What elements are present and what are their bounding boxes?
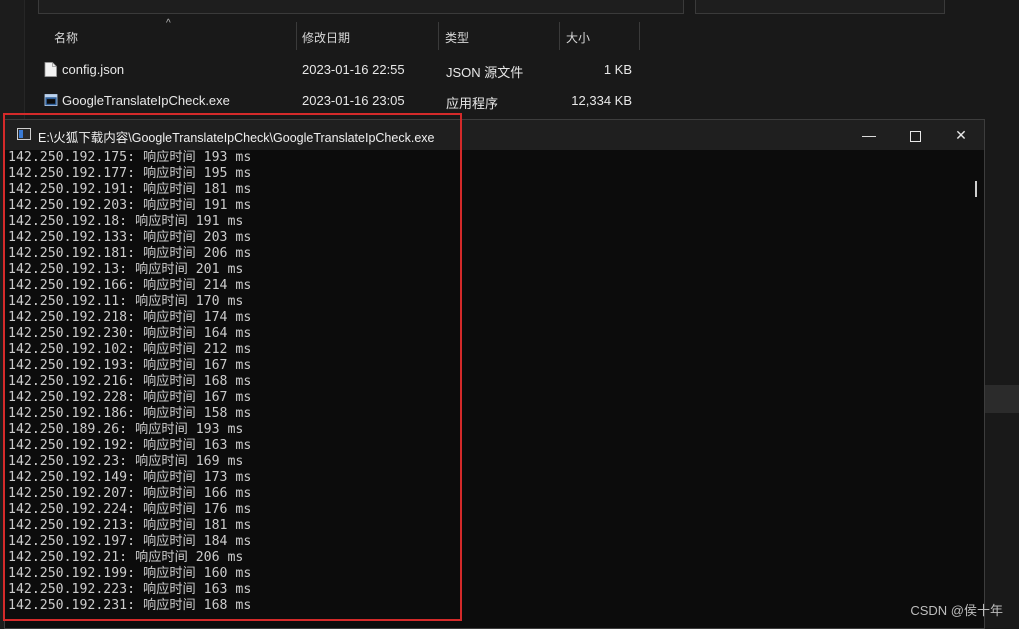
console-title: E:\火狐下载内容\GoogleTranslateIpCheck\GoogleT…	[38, 131, 435, 145]
console-line: 142.250.192.197: 响应时间 184 ms	[8, 534, 252, 549]
console-line: 142.250.189.26: 响应时间 193 ms	[8, 422, 244, 437]
file-row-config[interactable]: config.json 2023-01-16 22:55 JSON 源文件 1 …	[40, 57, 640, 83]
column-header-date[interactable]: 修改日期	[297, 22, 438, 50]
console-line: 142.250.192.11: 响应时间 170 ms	[8, 294, 244, 309]
console-line: 142.250.192.23: 响应时间 169 ms	[8, 454, 244, 469]
file-size: 12,334 KB	[571, 93, 632, 108]
watermark: CSDN @侯十年	[910, 603, 1003, 618]
exe-file-icon	[44, 94, 58, 106]
search-box[interactable]	[695, 0, 945, 14]
close-button[interactable]: ✕	[938, 120, 984, 150]
address-bar[interactable]	[38, 0, 684, 14]
minimize-button[interactable]: —	[846, 120, 892, 150]
json-file-icon	[44, 62, 57, 77]
maximize-button[interactable]	[892, 120, 938, 150]
file-date: 2023-01-16 22:55	[302, 62, 405, 77]
file-name: config.json	[62, 62, 125, 77]
file-size: 1 KB	[603, 62, 632, 77]
console-line: 142.250.192.216: 响应时间 168 ms	[8, 374, 252, 389]
console-line: 142.250.192.192: 响应时间 163 ms	[8, 438, 252, 453]
column-header-name-label: 名称	[54, 31, 79, 45]
console-titlebar[interactable]: E:\火狐下载内容\GoogleTranslateIpCheck\GoogleT…	[5, 120, 984, 150]
column-header-type[interactable]: 类型	[439, 22, 559, 50]
close-icon: ✕	[955, 127, 967, 143]
file-row-exe[interactable]: GoogleTranslateIpCheck.exe 2023-01-16 23…	[40, 88, 640, 114]
console-line: 142.250.192.231: 响应时间 168 ms	[8, 598, 252, 613]
console-line: 142.250.192.177: 响应时间 195 ms	[8, 166, 252, 181]
column-divider[interactable]	[639, 22, 640, 50]
maximize-icon	[909, 130, 921, 142]
scrollbar-thumb[interactable]	[975, 181, 977, 197]
console-line: 142.250.192.102: 响应时间 212 ms	[8, 342, 252, 357]
console-line: 142.250.192.218: 响应时间 174 ms	[8, 310, 252, 325]
console-app-icon[interactable]	[17, 128, 31, 140]
console-line: 142.250.192.186: 响应时间 158 ms	[8, 406, 252, 421]
console-line: 142.250.192.199: 响应时间 160 ms	[8, 566, 252, 581]
column-header-size[interactable]: 大小	[560, 22, 639, 50]
minimize-icon: —	[862, 127, 876, 143]
console-line: 142.250.192.191: 响应时间 181 ms	[8, 182, 252, 197]
console-line: 142.250.192.181: 响应时间 206 ms	[8, 246, 252, 261]
console-line: 142.250.192.224: 响应时间 176 ms	[8, 502, 252, 517]
console-scrollbar[interactable]	[969, 150, 984, 628]
file-name: GoogleTranslateIpCheck.exe	[62, 93, 230, 108]
console-line: 142.250.192.213: 响应时间 181 ms	[8, 518, 252, 533]
column-header-size-label: 大小	[566, 31, 591, 45]
console-output[interactable]: 142.250.192.175: 响应时间 193 ms 142.250.192.…	[5, 150, 969, 628]
console-line: 142.250.192.175: 响应时间 193 ms	[8, 150, 252, 165]
console-window[interactable]: E:\火狐下载内容\GoogleTranslateIpCheck\GoogleT…	[4, 119, 985, 629]
console-line: 142.250.192.18: 响应时间 191 ms	[8, 214, 244, 229]
console-line: 142.250.192.21: 响应时间 206 ms	[8, 550, 244, 565]
column-header-date-label: 修改日期	[302, 31, 351, 45]
console-line: 142.250.192.13: 响应时间 201 ms	[8, 262, 244, 277]
console-line: 142.250.192.228: 响应时间 167 ms	[8, 390, 252, 405]
console-line: 142.250.192.223: 响应时间 163 ms	[8, 582, 252, 597]
console-line: 142.250.192.207: 响应时间 166 ms	[8, 486, 252, 501]
console-line: 142.250.192.230: 响应时间 164 ms	[8, 326, 252, 341]
console-line: 142.250.192.193: 响应时间 167 ms	[8, 358, 252, 373]
file-type: JSON 源文件	[446, 65, 524, 80]
console-line: 142.250.192.133: 响应时间 203 ms	[8, 230, 252, 245]
column-header-type-label: 类型	[445, 31, 470, 45]
console-line: 142.250.192.149: 响应时间 173 ms	[8, 470, 252, 485]
column-header-name[interactable]: 名称	[40, 22, 296, 50]
console-line: 142.250.192.166: 响应时间 214 ms	[8, 278, 252, 293]
file-type: 应用程序	[446, 96, 499, 111]
file-date: 2023-01-16 23:05	[302, 93, 405, 108]
scroll-region[interactable]	[985, 385, 1019, 413]
console-line: 142.250.192.203: 响应时间 191 ms	[8, 198, 252, 213]
